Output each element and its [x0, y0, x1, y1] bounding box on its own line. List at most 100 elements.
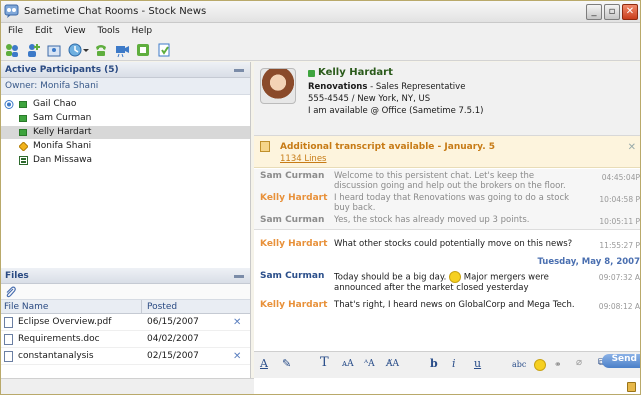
font-style-icon[interactable]: ᴀA — [342, 359, 354, 369]
chat-room-icon — [4, 4, 19, 18]
column-file-name[interactable]: File Name — [4, 300, 48, 314]
participant-list: Gail Chao Sam Curman Kelly Hardart Monif… — [1, 95, 250, 244]
chat-window: Sametime Chat Rooms - Stock News _ ▫ ✕ F… — [0, 0, 641, 395]
message-text: Yes, the stock has already moved up 3 po… — [334, 215, 530, 225]
file-date: 02/15/2007 — [147, 351, 199, 361]
collapse-icon[interactable] — [234, 69, 244, 72]
font-icon[interactable]: T — [320, 355, 329, 370]
participant-name: Monifa Shani — [33, 141, 92, 151]
profile-card: Kelly Hardart Renovations - Sales Repres… — [254, 62, 640, 136]
profile-contact: 555-4545 / New York, NY, US — [308, 94, 431, 104]
room-owner: Owner: Monifa Shani — [1, 78, 250, 95]
underline-icon[interactable]: u — [474, 357, 481, 370]
shrink-font-icon[interactable]: ᴬA — [364, 359, 375, 369]
profile-company: Renovations — [308, 82, 368, 92]
participant-name: Sam Curman — [33, 113, 92, 123]
record-icon[interactable] — [135, 42, 151, 58]
bold-icon[interactable]: b — [430, 357, 438, 370]
menu-tools[interactable]: Tools — [97, 23, 119, 39]
message-row: Kelly Hardart That's right, I heard news… — [254, 300, 640, 314]
delete-icon[interactable]: ✕ — [233, 314, 241, 331]
status-icon[interactable] — [67, 42, 83, 58]
window-title: Sametime Chat Rooms - Stock News — [24, 6, 207, 17]
menu-file[interactable]: File — [8, 23, 23, 39]
message-text: Today should be a big day. Major mergers… — [334, 271, 572, 293]
file-row[interactable]: Requirements.doc 04/02/2007 — [1, 331, 250, 348]
message-text: What other stocks could potentially move… — [334, 239, 573, 249]
participant-name: Kelly Hardart — [33, 127, 92, 137]
message-time: 10:04:58 P — [599, 195, 640, 204]
participant-name: Gail Chao — [33, 99, 77, 109]
people-icon[interactable] — [4, 42, 20, 58]
smiley-icon — [449, 271, 462, 283]
left-panel: Active Participants (5) Owner: Monifa Sh… — [1, 62, 251, 378]
participant-row[interactable]: Sam Curman — [1, 112, 250, 125]
profile-role: - Sales Representative — [367, 82, 466, 92]
message-text: I heard today that Renovations was going… — [334, 193, 570, 213]
profile-name[interactable]: Kelly Hardart — [318, 67, 393, 78]
available-status-icon — [308, 70, 315, 77]
participant-row[interactable]: Gail Chao — [1, 98, 250, 111]
toolbar — [1, 39, 640, 61]
message-input[interactable] — [254, 378, 640, 394]
files-columns: File Name Posted — [1, 300, 250, 314]
maximize-button[interactable]: ▫ — [604, 4, 620, 20]
menu-view[interactable]: View — [64, 23, 85, 39]
message-text: Welcome to this persistent chat. Let's k… — [334, 171, 566, 191]
file-row[interactable]: constantanalysis 02/15/2007 ✕ — [1, 348, 250, 365]
message-text-part: Today should be a big day. — [334, 272, 447, 283]
title-bar: Sametime Chat Rooms - Stock News _ ▫ ✕ — [1, 1, 640, 23]
away-status-icon — [19, 142, 28, 151]
menu-help[interactable]: Help — [132, 23, 153, 39]
link-icon[interactable]: ⚭ — [554, 360, 562, 370]
message-author: Kelly Hardart — [260, 239, 328, 249]
available-status-icon — [19, 115, 27, 122]
export-icon[interactable] — [156, 42, 172, 58]
file-name: constantanalysis — [18, 351, 94, 361]
profile-status: I am available @ Office (Sametime 7.5.1) — [308, 106, 484, 116]
message-text: That's right, I heard news on GlobalCorp… — [334, 300, 575, 310]
available-status-icon — [19, 101, 27, 108]
column-posted[interactable]: Posted — [141, 300, 177, 314]
room-icon[interactable] — [46, 42, 62, 58]
close-button[interactable]: ✕ — [622, 4, 638, 20]
delete-icon[interactable]: ✕ — [233, 348, 241, 365]
highlight-icon[interactable]: ✎ — [282, 357, 291, 370]
attach-icon[interactable] — [5, 286, 16, 298]
format-toolbar: A ✎ T ᴀA ᴬA A̸A b i u abc ⚭ ⌀ ⧉ — [254, 351, 640, 378]
transcript-link[interactable]: 1134 Lines — [280, 154, 326, 164]
file-row[interactable]: Eclipse Overview.pdf 06/15/2007 ✕ — [1, 314, 250, 331]
spellcheck-icon[interactable]: abc — [512, 360, 526, 369]
message-author: Sam Curman — [260, 215, 325, 225]
files-toolbar — [1, 284, 250, 300]
transcript-icon — [260, 141, 270, 152]
date-separator: Tuesday, May 8, 2007 — [537, 257, 640, 267]
add-user-icon[interactable] — [25, 42, 41, 58]
video-icon[interactable] — [114, 42, 130, 58]
available-status-icon — [19, 129, 27, 136]
emoticon-icon[interactable] — [534, 359, 546, 371]
chevron-down-icon[interactable] — [82, 42, 90, 58]
menu-edit[interactable]: Edit — [35, 23, 52, 39]
italic-icon[interactable]: i — [452, 357, 456, 370]
message-row: Kelly Hardart I heard today that Renovat… — [254, 191, 640, 213]
participant-row[interactable]: Kelly Hardart — [1, 126, 250, 139]
transcript-title: Additional transcript available - Januar… — [280, 142, 496, 152]
participants-title: Active Participants (5) — [5, 65, 119, 75]
file-name: Eclipse Overview.pdf — [18, 317, 112, 327]
participant-row[interactable]: Dan Missawa — [1, 154, 250, 167]
message-author: Sam Curman — [260, 271, 325, 281]
minimize-button[interactable]: _ — [586, 4, 602, 20]
collapse-icon[interactable] — [234, 275, 244, 278]
attach-icon[interactable]: ⌀ — [576, 357, 582, 368]
participant-name: Dan Missawa — [33, 155, 93, 165]
send-button[interactable]: Send — [602, 354, 640, 368]
close-icon[interactable]: ✕ — [628, 142, 636, 153]
call-icon[interactable] — [93, 42, 109, 58]
participant-row[interactable]: Monifa Shani — [1, 140, 250, 153]
font-color-icon[interactable]: A — [260, 357, 268, 370]
message-row: Kelly Hardart What other stocks could po… — [254, 239, 640, 253]
chat-panel: Kelly Hardart Renovations - Sales Repres… — [254, 62, 640, 378]
grow-font-icon[interactable]: A̸A — [386, 359, 399, 369]
message-row: Sam Curman Today should be a big day. Ma… — [254, 271, 640, 293]
